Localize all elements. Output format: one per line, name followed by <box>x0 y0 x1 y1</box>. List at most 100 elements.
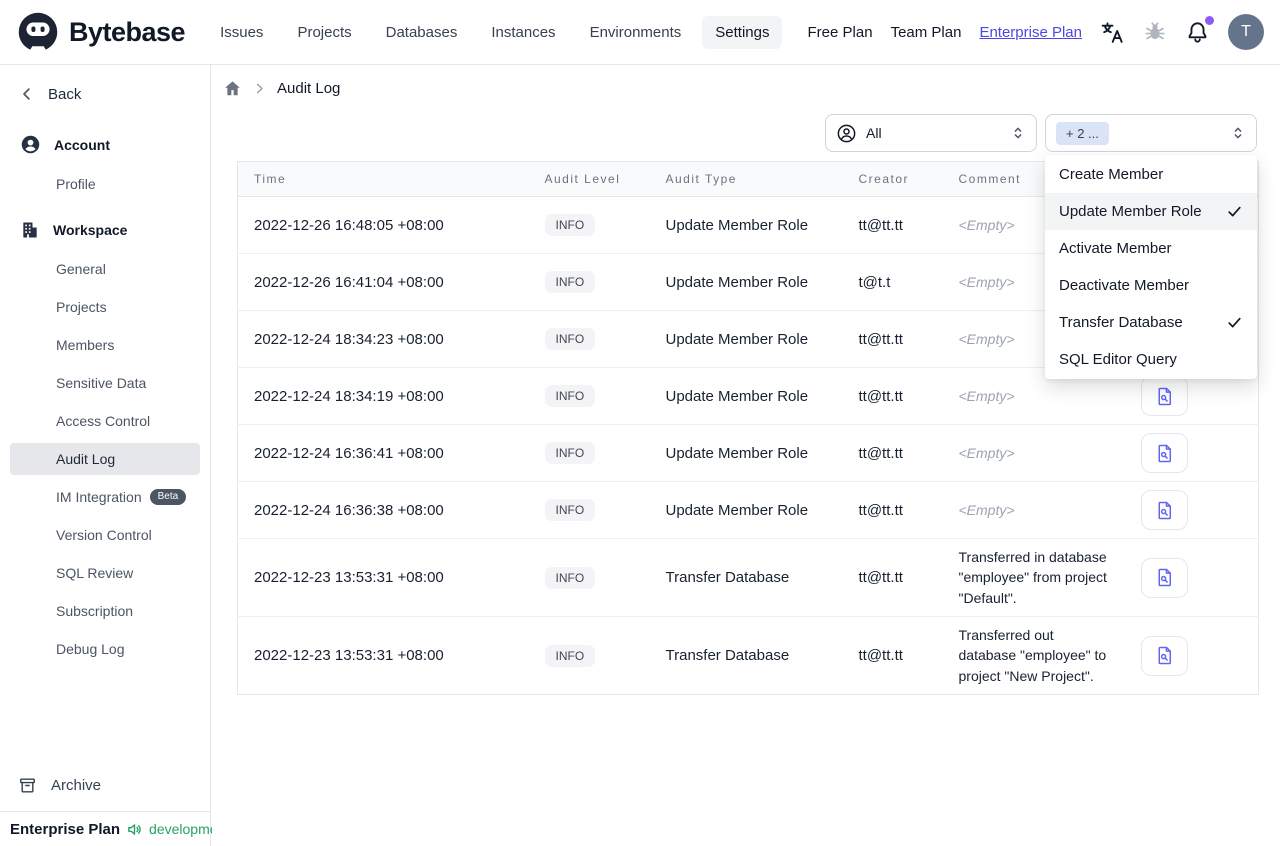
breadcrumb: Audit Log <box>212 65 1280 98</box>
check-icon <box>1226 203 1243 220</box>
free-plan-link[interactable]: Free Plan <box>808 24 873 41</box>
menu-item-transfer-database[interactable]: Transfer Database <box>1045 304 1257 341</box>
sidebar-item-projects[interactable]: Projects <box>10 291 200 323</box>
enterprise-plan-link[interactable]: Enterprise Plan <box>979 24 1082 41</box>
check-icon <box>1226 314 1243 331</box>
log-creator: tt@tt.tt <box>858 647 903 664</box>
log-creator: t@t.t <box>842 253 943 311</box>
page-title: Audit Log <box>277 80 341 97</box>
audit-type: Transfer Database <box>649 538 843 617</box>
sidebar-item-access-control[interactable]: Access Control <box>10 405 200 437</box>
user-circle-icon <box>20 134 41 155</box>
selector-caret-icon <box>1010 125 1026 141</box>
document-search-icon <box>1158 568 1171 587</box>
translate-icon[interactable] <box>1100 20 1125 45</box>
sidebar-item-subscription[interactable]: Subscription <box>10 595 200 627</box>
bytebase-logo-icon <box>16 10 60 54</box>
log-time: 2022-12-23 13:53:31 +08:00 <box>237 538 529 617</box>
sidebar-item-members[interactable]: Members <box>10 329 200 361</box>
bytebase-logo[interactable]: Bytebase <box>16 10 186 54</box>
document-search-icon <box>1158 501 1171 519</box>
archive-box-icon <box>18 776 37 795</box>
unread-notification-dot <box>1205 15 1214 25</box>
audit-type: Transfer Database <box>665 647 790 664</box>
menu-item-sql-editor-query[interactable]: SQL Editor Query <box>1045 341 1257 378</box>
view-log-detail-button[interactable] <box>1140 376 1188 416</box>
nav-instances[interactable]: Instances <box>478 16 568 49</box>
nav-settings[interactable]: Settings <box>702 15 783 49</box>
back-button[interactable]: Back <box>10 83 200 105</box>
creator-filter-select[interactable]: All <box>825 114 1037 152</box>
audit-type-filter-select[interactable]: + 2 ... <box>1045 114 1257 152</box>
beta-badge: Beta <box>149 489 187 505</box>
building-icon <box>20 220 40 240</box>
col-audit-type: Audit Type <box>649 161 843 197</box>
sidebar-item-profile[interactable]: Profile <box>10 168 200 200</box>
sidebar-item-version-control[interactable]: Version Control <box>10 519 200 551</box>
audit-level-badge: INFO <box>544 214 596 236</box>
table-row: 2022-12-24 16:36:38 +08:00 INFO Update M… <box>237 481 1259 539</box>
col-creator: Creator <box>842 161 943 197</box>
plan-status-bar: Enterprise Plan development <box>0 811 229 846</box>
nav-issues[interactable]: Issues <box>207 16 276 49</box>
audit-type: Update Member Role <box>649 424 843 482</box>
nav-databases[interactable]: Databases <box>373 16 471 49</box>
audit-type: Update Member Role <box>649 481 843 539</box>
log-creator: tt@tt.tt <box>842 481 943 539</box>
menu-item-deactivate-member[interactable]: Deactivate Member <box>1045 267 1257 304</box>
document-search-icon <box>1158 646 1171 665</box>
nav-environments[interactable]: Environments <box>577 16 695 49</box>
person-circle-icon <box>836 123 857 144</box>
filter-row: All + 2 ... <box>825 114 1257 152</box>
settings-sidebar: Back Account Profile Workspace General P… <box>0 65 229 846</box>
log-time: 2022-12-24 16:36:41 +08:00 <box>237 424 529 482</box>
audit-type: Update Member Role <box>649 310 843 368</box>
team-plan-link[interactable]: Team Plan <box>891 24 962 41</box>
sidebar-section-workspace: Workspace <box>10 213 200 247</box>
audit-level-badge: INFO <box>544 328 596 350</box>
sidebar-item-im-integration[interactable]: IM Integration Beta <box>10 481 200 513</box>
archive-button[interactable]: Archive <box>10 766 200 811</box>
main-content: Audit Log All + 2 ... Time Audit Level A… <box>212 65 1280 846</box>
log-creator: tt@tt.tt <box>842 367 943 425</box>
view-log-detail-button[interactable] <box>1140 635 1188 676</box>
sidebar-item-audit-log[interactable]: Audit Log <box>10 443 200 475</box>
sidebar-item-debug-log[interactable]: Debug Log <box>10 633 200 665</box>
user-avatar[interactable]: T <box>1228 14 1264 50</box>
log-comment: Transferred in database "employee" from … <box>942 538 1125 617</box>
speaker-icon <box>126 821 143 838</box>
current-plan-label: Enterprise Plan <box>10 820 121 838</box>
log-time: 2022-12-24 18:34:19 +08:00 <box>237 367 529 425</box>
log-time: 2022-12-23 13:53:31 +08:00 <box>254 647 444 664</box>
log-time: 2022-12-26 16:41:04 +08:00 <box>237 253 529 311</box>
log-creator: tt@tt.tt <box>842 196 943 254</box>
audit-type-dropdown-menu: Create Member Update Member Role Activat… <box>1045 155 1257 379</box>
audit-level-badge: INFO <box>544 385 596 407</box>
audit-level-badge: INFO <box>544 644 596 667</box>
audit-type-filter-value: + 2 ... <box>1056 121 1109 145</box>
home-icon[interactable] <box>223 79 242 98</box>
view-log-detail-button[interactable] <box>1140 490 1188 530</box>
audit-type: Update Member Role <box>649 253 843 311</box>
creator-filter-value: All <box>866 125 882 141</box>
menu-item-create-member[interactable]: Create Member <box>1045 156 1257 193</box>
view-log-detail-button[interactable] <box>1140 433 1188 473</box>
audit-level-badge: INFO <box>544 566 596 589</box>
sidebar-item-general[interactable]: General <box>10 253 200 285</box>
audit-type: Update Member Role <box>649 367 843 425</box>
main-nav: Issues Projects Databases Instances Envi… <box>207 15 783 49</box>
view-log-detail-button[interactable] <box>1140 557 1188 598</box>
bug-icon[interactable] <box>1143 20 1167 44</box>
menu-item-update-member-role[interactable]: Update Member Role <box>1045 193 1257 230</box>
sidebar-item-sql-review[interactable]: SQL Review <box>10 557 200 589</box>
back-label: Back <box>48 85 82 103</box>
log-comment: <Empty> <box>942 424 1125 482</box>
col-audit-level: Audit Level <box>528 161 650 197</box>
nav-projects[interactable]: Projects <box>284 16 364 49</box>
menu-item-activate-member[interactable]: Activate Member <box>1045 230 1257 267</box>
brand-name: Bytebase <box>69 16 186 47</box>
notifications-bell-icon[interactable] <box>1185 15 1214 45</box>
sidebar-item-sensitive-data[interactable]: Sensitive Data <box>10 367 200 399</box>
log-comment: Transferred out database "employee" to p… <box>958 627 1107 684</box>
table-row: 2022-12-24 16:36:41 +08:00 INFO Update M… <box>237 424 1259 482</box>
